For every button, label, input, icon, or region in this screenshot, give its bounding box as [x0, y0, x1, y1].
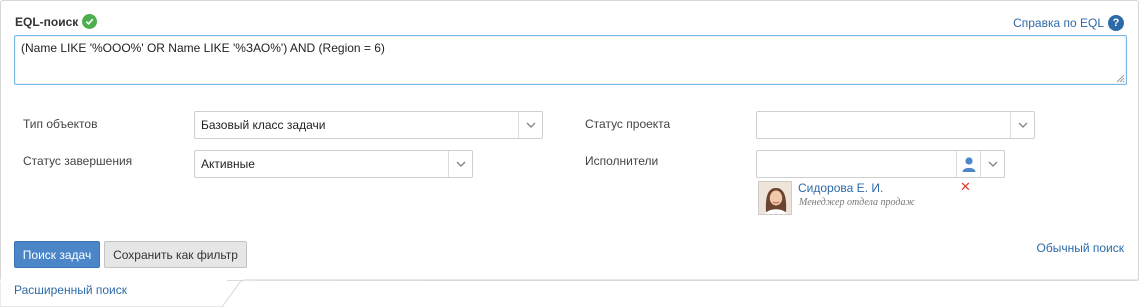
chevron-down-icon[interactable] — [980, 151, 1004, 177]
completion-status-value: Активные — [201, 157, 255, 171]
object-type-value: Базовый класс задачи — [201, 118, 326, 132]
avatar — [758, 181, 792, 215]
tab-shape — [0, 279, 1139, 307]
eql-help-label: Справка по EQL — [1013, 16, 1104, 30]
simple-search-link[interactable]: Обычный поиск — [1037, 241, 1125, 255]
performers-label: Исполнители — [585, 154, 659, 168]
tab-advanced-search[interactable]: Расширенный поиск — [14, 283, 127, 297]
chevron-down-icon[interactable] — [448, 151, 472, 177]
performer-name-link[interactable]: Сидорова Е. И. — [798, 181, 883, 195]
completion-status-label: Статус завершения — [23, 154, 133, 168]
user-icon[interactable] — [956, 151, 980, 177]
project-status-label: Статус проекта — [585, 117, 671, 131]
performers-select[interactable] — [756, 150, 1005, 178]
search-panel: EQL-поиск Справка по EQL ? (Name LIKE '%… — [0, 0, 1139, 281]
chevron-down-icon[interactable] — [518, 112, 542, 138]
search-tasks-button[interactable]: Поиск задач — [14, 241, 100, 268]
help-icon: ? — [1108, 15, 1124, 31]
save-as-filter-button[interactable]: Сохранить как фильтр — [104, 241, 247, 268]
check-icon — [82, 14, 98, 29]
project-status-select[interactable] — [756, 111, 1035, 139]
performer-role: Менеджер отдела продаж — [799, 197, 915, 208]
eql-title: EQL-поиск — [15, 14, 79, 29]
eql-query-input[interactable]: (Name LIKE '%ООО%' OR Name LIKE '%ЗАО%')… — [14, 35, 1127, 85]
resize-grip-icon[interactable] — [1116, 74, 1125, 83]
object-type-select[interactable]: Базовый класс задачи — [194, 111, 543, 139]
eql-header: EQL-поиск — [15, 14, 98, 29]
eql-help-link[interactable]: Справка по EQL ? — [1013, 15, 1124, 31]
object-type-label: Тип объектов — [23, 117, 98, 131]
selected-performer: Сидорова Е. И. Менеджер отдела продаж ✕ — [758, 179, 978, 217]
close-icon[interactable]: ✕ — [960, 179, 971, 195]
completion-status-select[interactable]: Активные — [194, 150, 473, 178]
chevron-down-icon[interactable] — [1010, 112, 1034, 138]
